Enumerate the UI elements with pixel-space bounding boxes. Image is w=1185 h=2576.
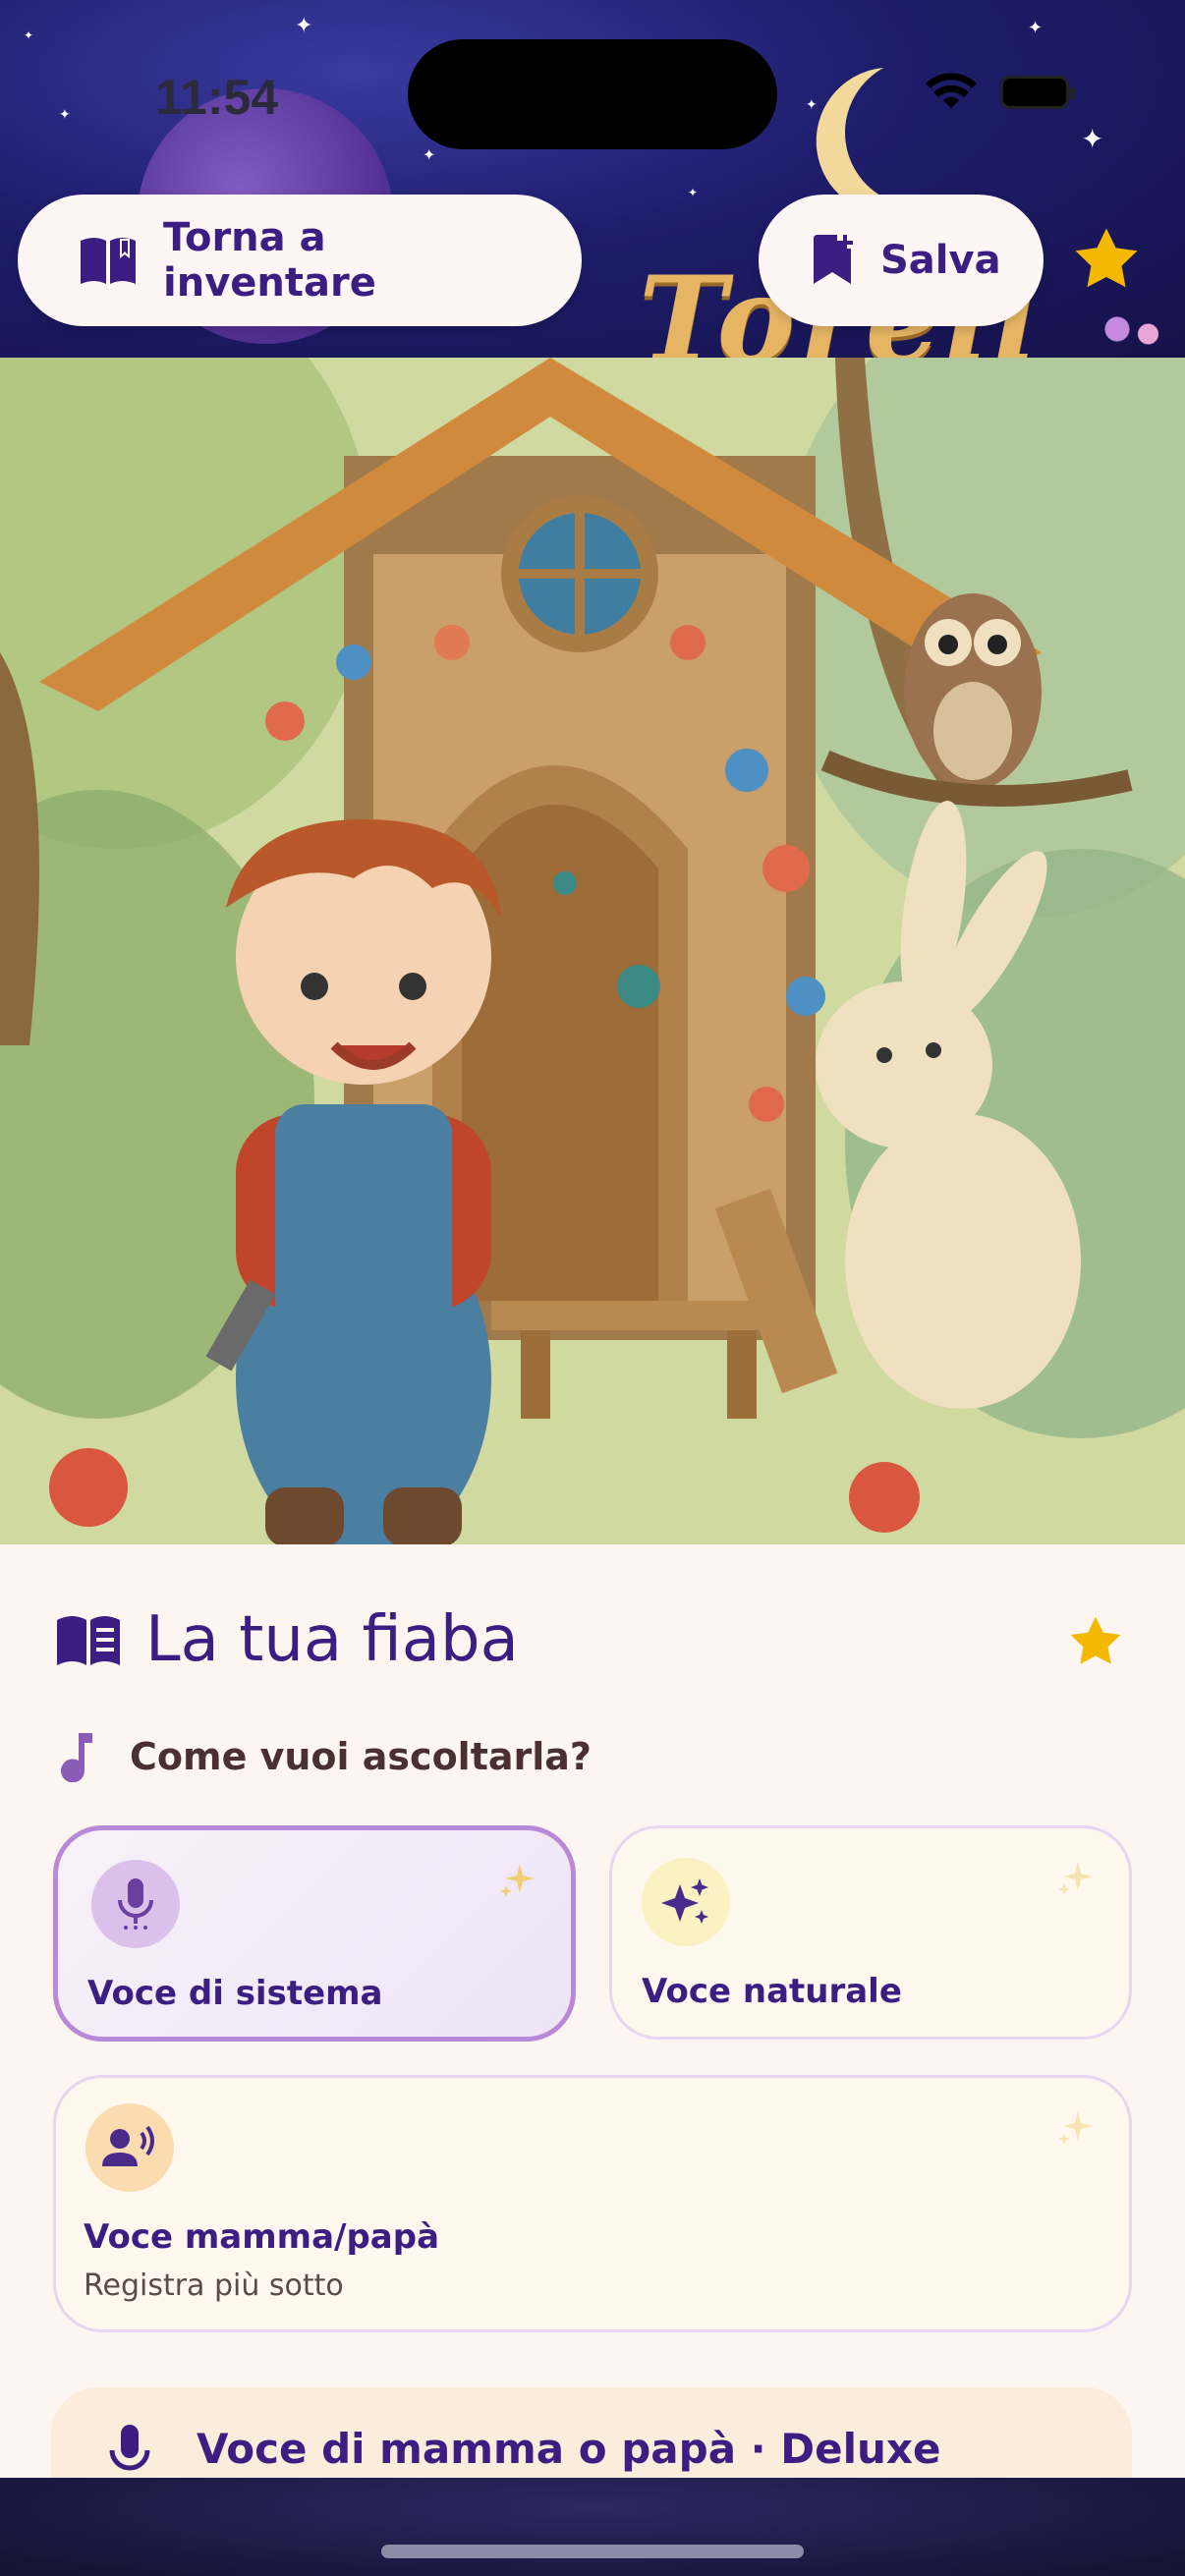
star-decoration: ✦	[59, 107, 71, 123]
listen-question-row: Come vuoi ascoltarla?	[61, 1731, 592, 1782]
battery-icon	[1000, 76, 1075, 109]
status-time: 11:54	[155, 70, 279, 125]
favorite-star-icon[interactable]	[1071, 224, 1142, 295]
story-illustration	[0, 358, 1185, 1544]
dynamic-island	[408, 39, 777, 149]
sparkle-icon	[1058, 2111, 1093, 2145]
voice-option-label: Voce naturale	[642, 1972, 902, 2011]
speaking-person-icon	[102, 2125, 154, 2166]
voice-option-label: Voce di sistema	[87, 1974, 383, 2013]
star-decoration: ✦	[1028, 18, 1044, 38]
microphone-icon	[118, 1878, 153, 1930]
star-decoration: ✦	[295, 14, 313, 38]
bottom-bar	[0, 2478, 1185, 2576]
voice-option-system[interactable]: Voce di sistema	[53, 1825, 576, 2042]
back-to-invent-button[interactable]: Torna a inventare	[18, 195, 582, 326]
voice-option-natural[interactable]: Voce naturale	[609, 1825, 1132, 2040]
book-icon	[57, 1616, 120, 1665]
story-title: La tua fiaba	[145, 1603, 519, 1676]
music-note-icon	[61, 1733, 92, 1782]
star-decoration: ✦	[1081, 123, 1104, 155]
story-title-row: La tua fiaba	[55, 1603, 519, 1676]
parent-voice-deluxe-label: Voce di mamma o papà · Deluxe	[197, 2425, 941, 2473]
voice-icon-bg	[642, 1858, 730, 1946]
star-decoration: ✦	[24, 28, 34, 42]
bookmark-add-icon	[814, 235, 853, 284]
home-indicator[interactable]	[381, 2545, 804, 2558]
wifi-icon	[926, 73, 977, 108]
status-icons	[924, 73, 1075, 112]
favorite-star-icon[interactable]	[1067, 1613, 1124, 1670]
back-to-invent-label: Torna a inventare	[163, 215, 376, 306]
microphone-icon	[109, 2425, 150, 2471]
sparkle-icon	[1058, 1862, 1093, 1895]
voice-option-sublabel: Registra più sotto	[84, 2268, 344, 2303]
star-decoration: ✦	[423, 145, 436, 164]
story-panel: La tua fiaba Come vuoi ascoltarla? Voce …	[0, 1544, 1185, 2564]
story-illustration-art	[0, 358, 1185, 1544]
sparkles-icon	[661, 1878, 708, 1924]
sparkle-icon	[500, 1864, 535, 1897]
save-label: Salva	[880, 238, 1001, 283]
voice-option-label: Voce mamma/papà	[84, 2217, 440, 2257]
star-decoration: ✦	[806, 97, 818, 113]
listen-question: Come vuoi ascoltarla?	[130, 1735, 592, 1778]
star-decoration: ✦	[688, 186, 699, 199]
header-banner: ✦ ✦ ✦ ✦ ✦ ✦ ✦ ✦ Torell 11:54 Torna a inv…	[0, 0, 1185, 358]
save-button[interactable]: Salva	[759, 195, 1044, 326]
voice-option-parent[interactable]: Voce mamma/papà Registra più sotto	[53, 2075, 1132, 2332]
flowers-decoration	[1097, 305, 1165, 354]
voice-icon-bg	[91, 1860, 180, 1948]
voice-icon-bg	[85, 2103, 174, 2192]
open-book-icon	[81, 238, 136, 284]
